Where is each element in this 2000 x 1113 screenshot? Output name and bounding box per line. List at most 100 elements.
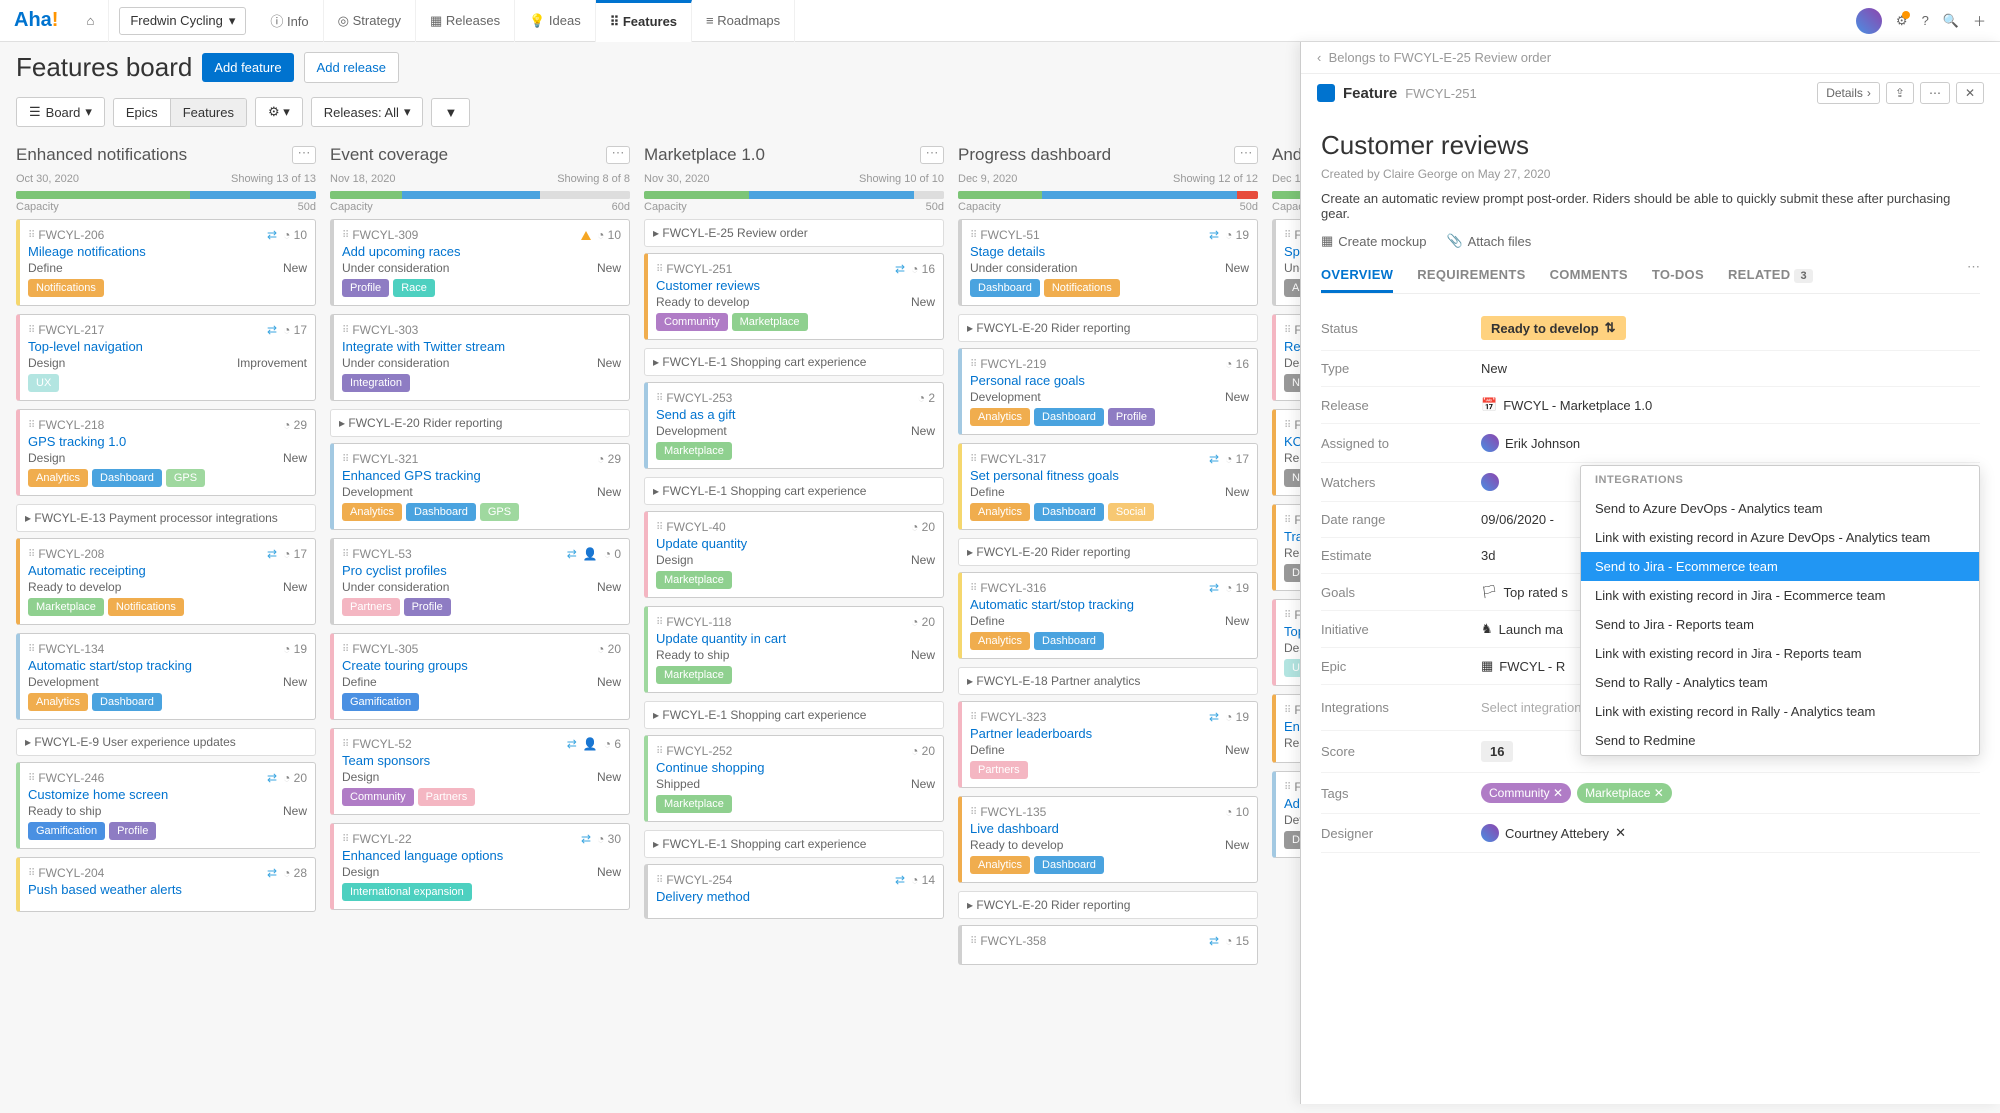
tag-pill[interactable]: Community ✕ — [1481, 783, 1571, 803]
field-assigned[interactable]: Erik Johnson — [1481, 434, 1980, 452]
status-pill[interactable]: Ready to develop ⇅ — [1481, 316, 1626, 340]
releases-filter[interactable]: Releases: All ▾ — [312, 98, 423, 126]
attach-files-link[interactable]: 📎 Attach files — [1446, 233, 1531, 249]
card-title[interactable]: Customize home screen — [28, 785, 307, 804]
drag-handle-icon[interactable]: ⠿ — [342, 549, 347, 560]
drag-handle-icon[interactable]: ⠿ — [28, 230, 33, 241]
feature-card[interactable]: ⠿FWCYL-118 ◔ 20 Update quantity in cart … — [644, 606, 944, 693]
card-title[interactable]: Live dashboard — [970, 819, 1249, 838]
epic-header[interactable]: ▸ FWCYL-E-20 Rider reporting — [958, 538, 1258, 566]
panel-breadcrumb[interactable]: ‹ Belongs to FWCYL-E-25 Review order — [1317, 50, 1551, 65]
tab-todos[interactable]: TO-DOS — [1652, 259, 1704, 293]
card-title[interactable]: Send as a gift — [656, 405, 935, 424]
tab-related[interactable]: RELATED3 — [1728, 259, 1813, 293]
drag-handle-icon[interactable]: ⠿ — [970, 936, 975, 947]
field-tags[interactable]: Community ✕Marketplace ✕ — [1481, 783, 1980, 803]
epic-header[interactable]: ▸ FWCYL-E-20 Rider reporting — [330, 409, 630, 437]
view-selector[interactable]: ☰ Board ▾ — [17, 98, 104, 126]
feature-card[interactable]: ⠿FWCYL-309 ◔ 10 Add upcoming races Under… — [330, 219, 630, 306]
integration-option[interactable]: Send to Redmine — [1581, 726, 1979, 755]
gear-icon[interactable]: ⚙ — [1896, 13, 1908, 29]
integration-option[interactable]: Link with existing record in Rally - Ana… — [1581, 697, 1979, 726]
feature-card[interactable]: ⠿FWCYL-218 ◔ 29 GPS tracking 1.0 DesignN… — [16, 409, 316, 496]
epic-header[interactable]: ▸ FWCYL-E-13 Payment processor integrati… — [16, 504, 316, 532]
drag-handle-icon[interactable]: ⠿ — [656, 617, 661, 628]
card-title[interactable]: Team sponsors — [342, 751, 621, 770]
field-release[interactable]: 📅 FWCYL - Marketplace 1.0 — [1481, 397, 1980, 413]
add-feature-button[interactable]: Add feature — [202, 53, 293, 82]
filter-icon[interactable]: ▼ — [432, 99, 469, 126]
drag-handle-icon[interactable]: ⠿ — [656, 522, 661, 533]
drag-handle-icon[interactable]: ⠿ — [656, 264, 661, 275]
avatar[interactable] — [1856, 8, 1882, 34]
card-title[interactable]: Automatic start/stop tracking — [28, 656, 307, 675]
epic-header[interactable]: ▸ FWCYL-E-20 Rider reporting — [958, 891, 1258, 919]
drag-handle-icon[interactable]: ⠿ — [1284, 610, 1289, 621]
drag-handle-icon[interactable]: ⠿ — [656, 875, 661, 886]
drag-handle-icon[interactable]: ⠿ — [342, 454, 347, 465]
feature-card[interactable]: ⠿FWCYL-134 ◔ 19 Automatic start/stop tra… — [16, 633, 316, 720]
integration-option[interactable]: Send to Jira - Ecommerce team — [1581, 552, 1979, 581]
drag-handle-icon[interactable]: ⠿ — [970, 807, 975, 818]
nav-ideas[interactable]: 💡 Ideas — [515, 0, 596, 42]
view-tab-epics[interactable]: Epics — [114, 99, 171, 126]
tab-overview[interactable]: OVERVIEW — [1321, 259, 1393, 293]
drag-handle-icon[interactable]: ⠿ — [342, 644, 347, 655]
drag-handle-icon[interactable]: ⠿ — [28, 420, 33, 431]
card-title[interactable]: Enhanced language options — [342, 846, 621, 865]
help-icon[interactable]: ? — [1922, 13, 1929, 28]
card-title[interactable]: Continue shopping — [656, 758, 935, 777]
feature-card[interactable]: ⠿FWCYL-246 ⇄◔ 20 Customize home screen R… — [16, 762, 316, 849]
integration-option[interactable]: Send to Jira - Reports team — [1581, 610, 1979, 639]
feature-card[interactable]: ⠿FWCYL-253 ◔ 2 Send as a gift Developmen… — [644, 382, 944, 469]
card-title[interactable]: Automatic receipting — [28, 561, 307, 580]
drag-handle-icon[interactable]: ⠿ — [28, 549, 33, 560]
logo[interactable]: Aha! — [0, 9, 72, 32]
card-title[interactable]: Integrate with Twitter stream — [342, 337, 621, 356]
drag-handle-icon[interactable]: ⠿ — [1284, 782, 1289, 793]
nav-features[interactable]: ⠿ Features — [596, 0, 692, 42]
feature-card[interactable]: ⠿FWCYL-303 Integrate with Twitter stream… — [330, 314, 630, 401]
feature-card[interactable]: ⠿FWCYL-321 ◔ 29 Enhanced GPS tracking De… — [330, 443, 630, 530]
field-type[interactable]: New — [1481, 361, 1980, 376]
epic-header[interactable]: ▸ FWCYL-E-9 User experience updates — [16, 728, 316, 756]
card-title[interactable]: Pro cyclist profiles — [342, 561, 621, 580]
column-menu-icon[interactable]: ⋯ — [292, 146, 316, 164]
project-selector[interactable]: Fredwin Cycling ▾ — [119, 7, 246, 35]
drag-handle-icon[interactable]: ⠿ — [970, 583, 975, 594]
drag-handle-icon[interactable]: ⠿ — [28, 773, 33, 784]
drag-handle-icon[interactable]: ⠿ — [970, 712, 975, 723]
drag-handle-icon[interactable]: ⠿ — [342, 834, 347, 845]
feature-card[interactable]: ⠿FWCYL-254 ⇄◔ 14 Delivery method — [644, 864, 944, 919]
epic-header[interactable]: ▸ FWCYL-E-1 Shopping cart experience — [644, 830, 944, 858]
drag-handle-icon[interactable]: ⠿ — [656, 746, 661, 757]
card-title[interactable]: Personal race goals — [970, 371, 1249, 390]
epic-header[interactable]: ▸ FWCYL-E-1 Shopping cart experience — [644, 701, 944, 729]
card-title[interactable]: Automatic start/stop tracking — [970, 595, 1249, 614]
drag-handle-icon[interactable]: ⠿ — [1284, 515, 1289, 526]
integration-option[interactable]: Send to Azure DevOps - Analytics team — [1581, 494, 1979, 523]
drag-handle-icon[interactable]: ⠿ — [1284, 230, 1289, 241]
details-button[interactable]: Details › — [1817, 82, 1880, 104]
card-title[interactable]: Update quantity in cart — [656, 629, 935, 648]
card-title[interactable]: Set personal fitness goals — [970, 466, 1249, 485]
feature-card[interactable]: ⠿FWCYL-219 ◔ 16 Personal race goals Deve… — [958, 348, 1258, 435]
field-designer[interactable]: Courtney Attebery ✕ — [1481, 824, 1980, 842]
close-icon[interactable]: ✕ — [1956, 82, 1984, 104]
drag-handle-icon[interactable]: ⠿ — [970, 230, 975, 241]
feature-card[interactable]: ⠿FWCYL-52 ⇄👤◔ 6 Team sponsors DesignNew … — [330, 728, 630, 815]
column-menu-icon[interactable]: ⋯ — [920, 146, 944, 164]
drag-handle-icon[interactable]: ⠿ — [1284, 325, 1289, 336]
search-icon[interactable]: 🔍 — [1943, 13, 1959, 29]
drag-handle-icon[interactable]: ⠿ — [342, 739, 347, 750]
feature-card[interactable]: ⠿FWCYL-217 ⇄◔ 17 Top-level navigation De… — [16, 314, 316, 401]
integration-option[interactable]: Link with existing record in Jira - Repo… — [1581, 639, 1979, 668]
tab-more-icon[interactable]: ⋯ — [1967, 259, 1980, 293]
column-menu-icon[interactable]: ⋯ — [1234, 146, 1258, 164]
drag-handle-icon[interactable]: ⠿ — [28, 325, 33, 336]
integration-option[interactable]: Link with existing record in Azure DevOp… — [1581, 523, 1979, 552]
drag-handle-icon[interactable]: ⠿ — [970, 359, 975, 370]
feature-card[interactable]: ⠿FWCYL-316 ⇄◔ 19 Automatic start/stop tr… — [958, 572, 1258, 659]
tab-comments[interactable]: COMMENTS — [1550, 259, 1628, 293]
feature-card[interactable]: ⠿FWCYL-204 ⇄◔ 28 Push based weather aler… — [16, 857, 316, 912]
